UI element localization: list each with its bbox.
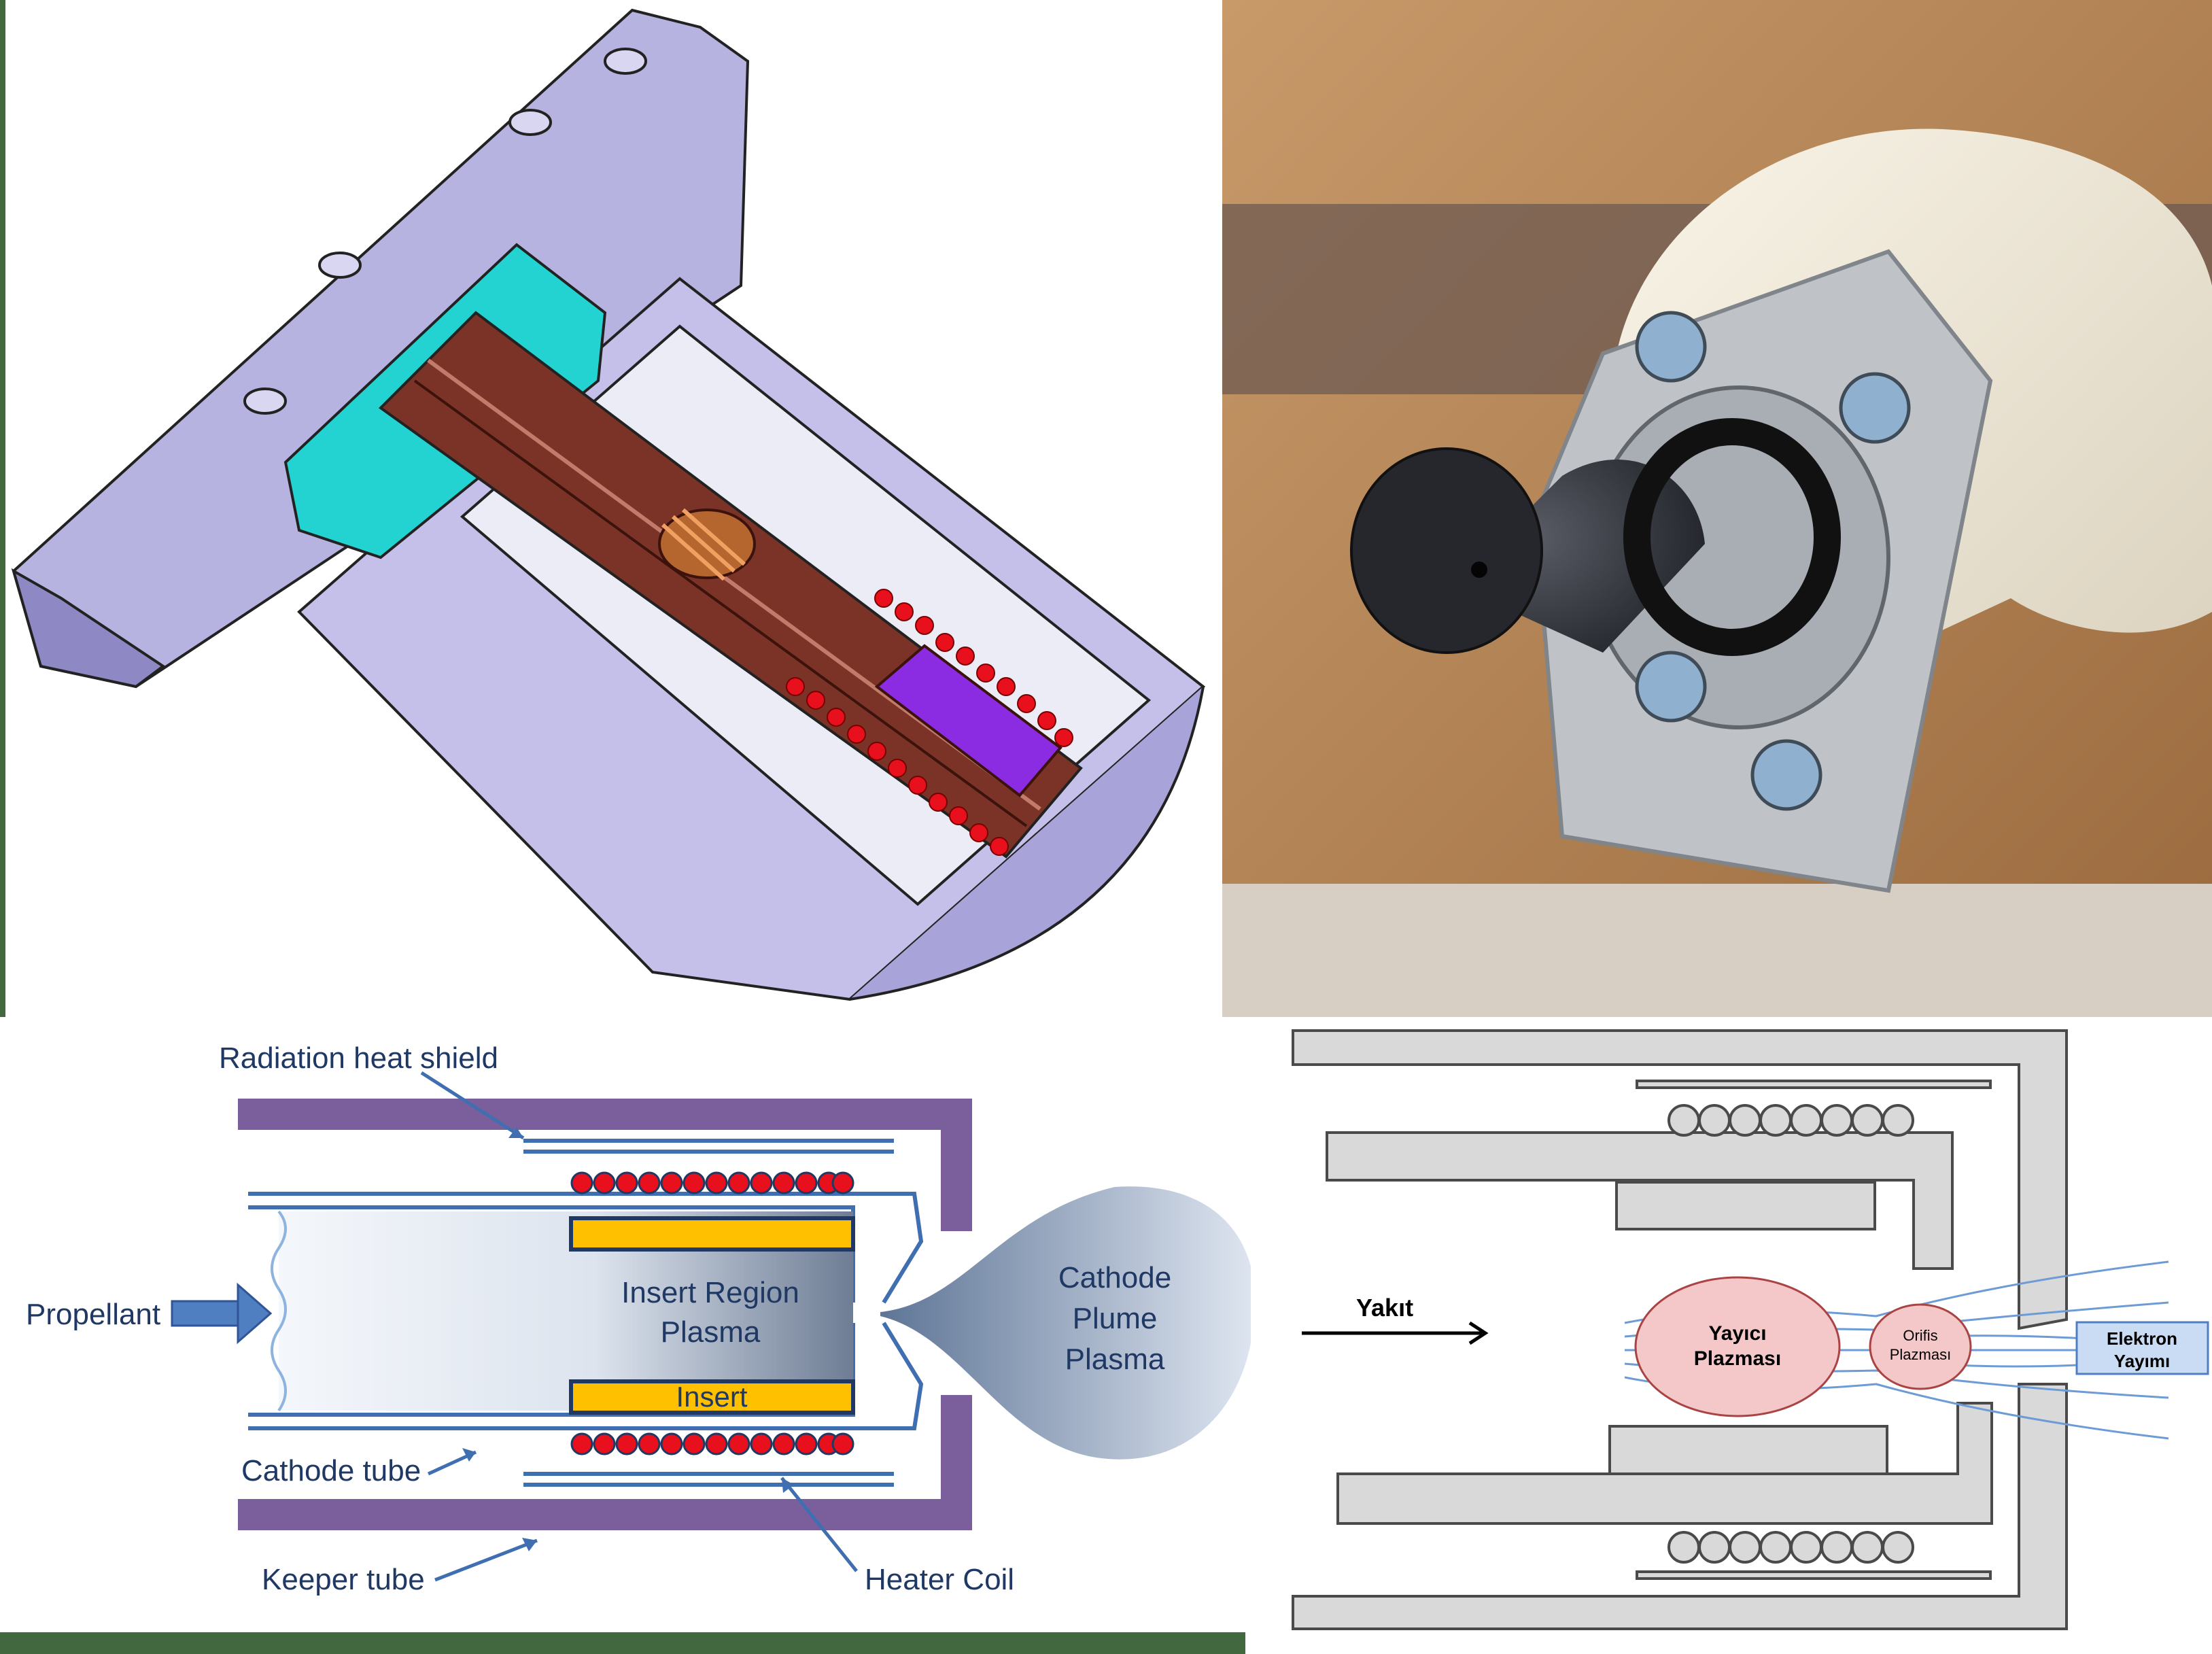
heater-coil-label: Heater Coil: [865, 1563, 1014, 1596]
hollow-cathode-schematic: Radiation heat shield Propellant Insert …: [0, 1017, 1251, 1654]
cathode-plume-label-1: Cathode: [1058, 1261, 1171, 1294]
emitter-plasma-label-2: Plazması: [1694, 1347, 1781, 1370]
propellant-label: Propellant: [26, 1298, 160, 1331]
yakit-label: Yakıt: [1356, 1294, 1413, 1322]
keeper-tube-label: Keeper tube: [262, 1563, 425, 1596]
schematic-drawing: Radiation heat shield Propellant Insert …: [0, 1041, 1251, 1654]
turkish-cathode-diagram: Yakıt Yayıcı Plazması Orifis Plazması El…: [1251, 1017, 2212, 1654]
green-frame-left: [0, 0, 5, 1017]
insert-region-label-2: Plasma: [661, 1315, 761, 1349]
radiation-heat-shield-label: Radiation heat shield: [219, 1041, 498, 1075]
keeper-face: [1350, 447, 1543, 654]
cathode-plume-plasma: [880, 1186, 1251, 1460]
insert-label: Insert: [676, 1381, 747, 1413]
cad-cutaway-drawing: [0, 0, 1206, 1017]
insert-upper: [569, 1216, 855, 1252]
cathode-plume-label-2: Plume: [1073, 1302, 1158, 1335]
insert-region-label-1: Insert Region: [621, 1276, 799, 1309]
desk-surface: [1222, 884, 2212, 1017]
emitter-plasma: [1634, 1276, 1841, 1417]
heater-coil-section: [658, 508, 756, 581]
turkish-diagram-drawing: Yakıt Yayıcı Plazması Orifis Plazması El…: [1292, 1029, 2209, 1630]
emitter-plasma-label-1: Yayıcı: [1708, 1322, 1766, 1345]
electron-emission-label-1: Elektron: [2107, 1328, 2177, 1349]
keeper-orifice: [1471, 562, 1487, 578]
electron-emission-label-2: Yayımı: [2114, 1351, 2170, 1371]
orifice-plasma-label-2: Plazması: [1890, 1346, 1951, 1363]
orifice-plasma-label-1: Orifis: [1903, 1327, 1937, 1344]
cathode-tube-label: Cathode tube: [241, 1454, 421, 1487]
propellant-arrow: [171, 1282, 273, 1345]
cathode-plume-label-3: Plasma: [1065, 1343, 1165, 1376]
cathode-photo: [1222, 0, 2212, 1017]
propellant-arrow-tr: [1302, 1321, 1489, 1345]
green-footer-bar: [0, 1632, 1245, 1654]
cathode-photo-panel: [1222, 0, 2212, 1017]
cad-cutaway-panel: [0, 0, 1222, 1017]
